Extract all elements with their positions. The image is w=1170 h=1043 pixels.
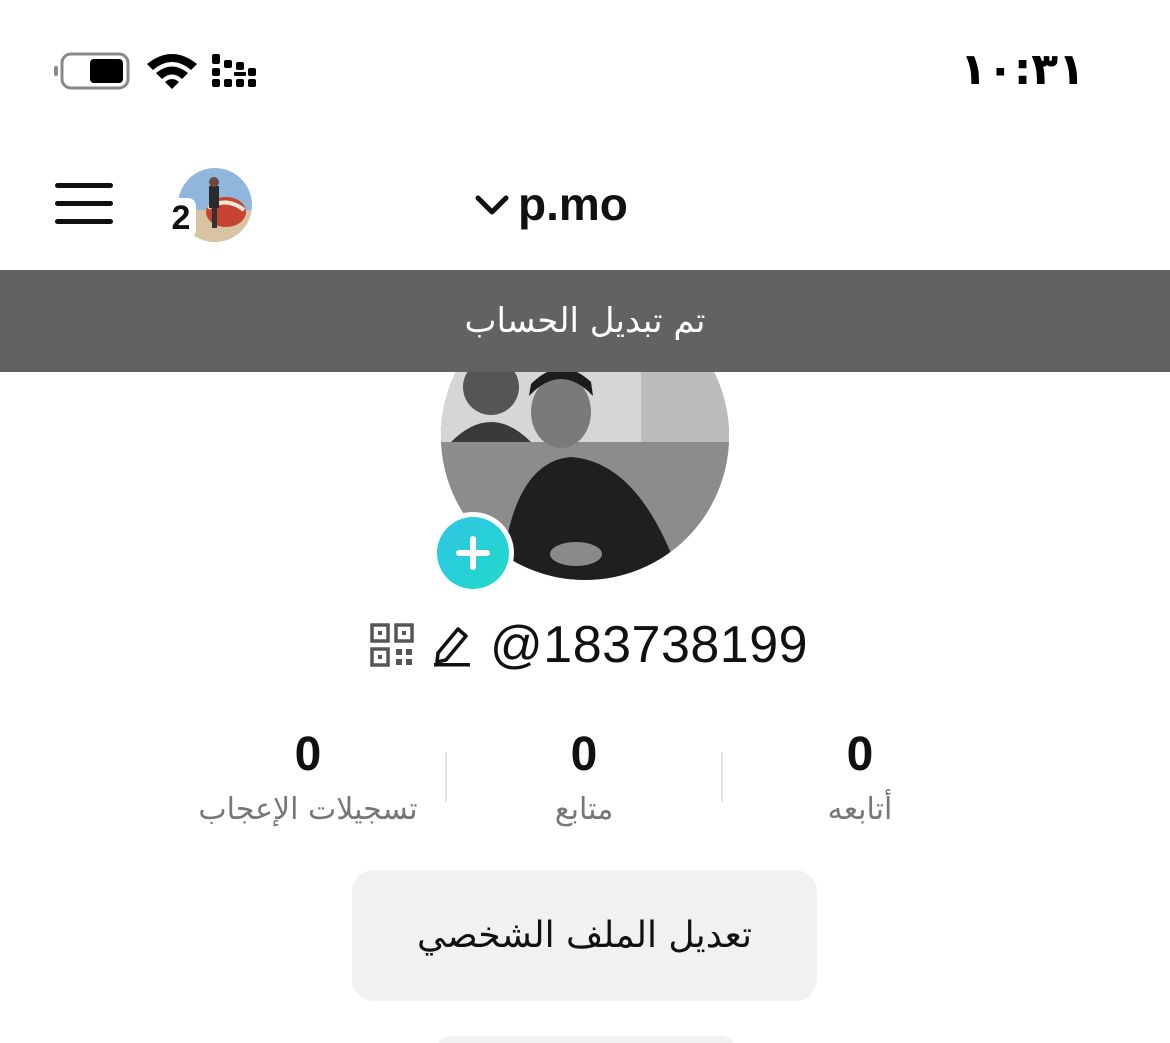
toast-notification: تم تبديل الحساب (0, 270, 1170, 372)
add-photo-button[interactable] (432, 512, 514, 594)
stat-likes[interactable]: 0 تسجيلات الإعجاب (178, 726, 438, 827)
status-icons (52, 48, 272, 94)
followers-count: 0 (570, 728, 598, 781)
qr-code-button[interactable] (370, 623, 414, 667)
plus-icon (456, 536, 490, 570)
chevron-down-icon (475, 195, 509, 215)
edit-profile-label: تعديل الملف الشخصي (417, 915, 752, 956)
secondary-button-partial[interactable] (436, 1036, 736, 1043)
account-notification-badge: 2 (166, 198, 196, 238)
followers-label: متابع (554, 792, 614, 827)
toast-message: تم تبديل الحساب (464, 301, 706, 341)
menu-button[interactable] (50, 175, 120, 231)
stat-divider (445, 752, 447, 802)
profile-handle: @183738199 (490, 616, 809, 674)
likes-count: 0 (294, 728, 322, 781)
signal-icon (212, 54, 256, 87)
qr-code-icon (370, 623, 414, 667)
handle-row: @183738199 (370, 612, 808, 678)
account-switch-dropdown[interactable]: p.mo (470, 172, 628, 236)
username-label: p.mo (518, 178, 628, 230)
following-label: أتابعه (827, 792, 893, 827)
battery-icon (54, 52, 130, 90)
following-count: 0 (846, 728, 874, 781)
hamburger-menu-icon (55, 183, 113, 224)
stat-followers[interactable]: 0 متابع (454, 726, 714, 827)
edit-handle-button[interactable] (432, 623, 472, 667)
status-icons-svg (54, 52, 256, 90)
pencil-icon (434, 627, 470, 667)
stat-following[interactable]: 0 أتابعه (730, 726, 990, 827)
status-time: ١٠:٣١ (960, 44, 1086, 95)
wifi-icon (147, 54, 197, 89)
stat-divider (721, 752, 723, 802)
add-photo-circle (437, 517, 509, 589)
edit-profile-button[interactable]: تعديل الملف الشخصي (352, 870, 817, 1001)
likes-label: تسجيلات الإعجاب (198, 792, 418, 827)
